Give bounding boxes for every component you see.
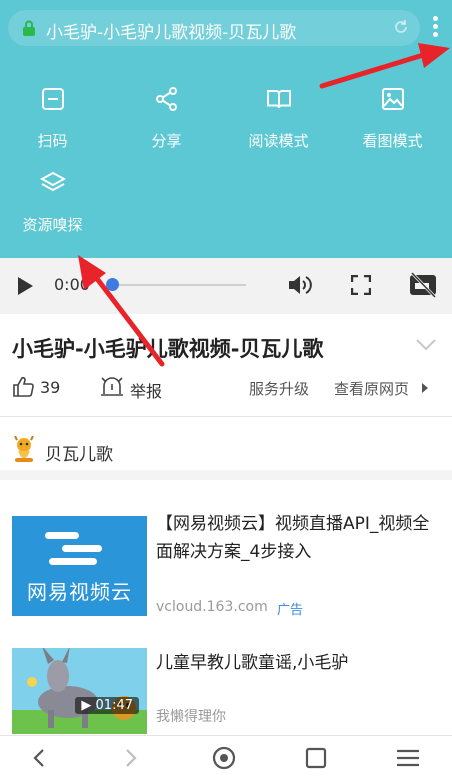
address-bar[interactable]: 小毛驴-小毛驴儿歌视频-贝瓦儿歌 [8, 10, 420, 46]
tabs-icon[interactable] [302, 744, 330, 772]
play-icon[interactable] [16, 276, 34, 296]
duration-text: 01:47 [95, 698, 133, 713]
browser-menu-panel: 小毛驴-小毛驴儿歌视频-贝瓦儿歌 扫码 分享 阅读模式 看图模式 资源嗅探 [0, 0, 452, 258]
menu-item-resource-sniff[interactable]: 资源嗅探 [0, 170, 109, 235]
book-icon [266, 90, 291, 109]
layers-icon [39, 171, 66, 192]
menu-icon[interactable] [394, 744, 422, 772]
caret-right-icon [422, 383, 428, 393]
section-gap [0, 470, 452, 480]
divider [0, 416, 452, 417]
menu-item-label: 看图模式 [362, 132, 423, 150]
back-icon[interactable] [26, 744, 54, 772]
forward-icon[interactable] [116, 744, 144, 772]
ad-thumbnail[interactable]: 网易视频云 [12, 516, 147, 616]
video-title: 小毛驴-小毛驴儿歌视频-贝瓦儿歌 [12, 337, 324, 361]
channel-name[interactable]: 贝瓦儿歌 [45, 440, 113, 465]
progress-knob[interactable] [106, 278, 119, 291]
menu-item-label: 扫码 [37, 132, 68, 150]
image-icon [381, 88, 404, 110]
menu-item-share[interactable]: 分享 [110, 86, 223, 151]
play-small-icon: ▶ [81, 698, 96, 713]
menu-item-label: 资源嗅探 [22, 216, 83, 234]
menu-item-reading-mode[interactable]: 阅读模式 [222, 86, 335, 151]
like-count: 39 [40, 378, 61, 397]
view-original-label: 查看原网页 [334, 380, 410, 398]
lock-icon [23, 20, 35, 36]
share-icon [155, 87, 177, 111]
channel-avatar-icon[interactable] [12, 436, 36, 464]
cartoon-donkey-illustration [12, 648, 147, 734]
ad-thumb-text: 网易视频云 [27, 580, 132, 604]
fullscreen-icon[interactable] [351, 275, 371, 295]
video-control-bar: 0:00 [0, 258, 452, 314]
scan-icon [41, 88, 64, 110]
view-original-link[interactable]: 查看原网页 [334, 378, 409, 399]
report-button[interactable]: 举报 [130, 378, 162, 402]
volume-icon[interactable] [287, 273, 313, 297]
video-item-title[interactable]: 儿童早教儿歌童谣,小毛驴 [156, 648, 441, 673]
menu-item-scan[interactable]: 扫码 [0, 86, 109, 151]
current-time: 0:00 [54, 275, 90, 294]
video-item-author: 我懒得理你 [156, 709, 226, 725]
report-icon[interactable] [100, 375, 124, 397]
ad-title[interactable]: 【网易视频云】视频直播API_视频全面解决方案_4步接入 [156, 510, 441, 566]
address-text: 小毛驴-小毛驴儿歌视频-贝瓦儿歌 [46, 23, 297, 43]
ad-domain: vcloud.163.com [156, 599, 268, 615]
video-duration: ▶ 01:47 [75, 697, 139, 714]
menu-item-label: 阅读模式 [248, 132, 309, 150]
menu-item-label: 分享 [151, 132, 182, 150]
video-thumbnail[interactable]: ▶ 01:47 [12, 648, 147, 734]
menu-item-image-mode[interactable]: 看图模式 [336, 86, 449, 151]
upgrade-link[interactable]: 服务升级 [249, 378, 309, 399]
bottom-navigation [0, 735, 452, 780]
more-menu-icon[interactable] [430, 16, 440, 42]
ad-badge: 广告 [277, 603, 304, 618]
no-cast-icon[interactable] [409, 272, 437, 298]
thumbs-up-icon[interactable] [12, 376, 34, 398]
home-icon[interactable] [210, 744, 238, 772]
progress-track[interactable] [112, 284, 246, 286]
chevron-down-icon[interactable] [415, 338, 437, 352]
refresh-icon[interactable] [392, 18, 410, 36]
